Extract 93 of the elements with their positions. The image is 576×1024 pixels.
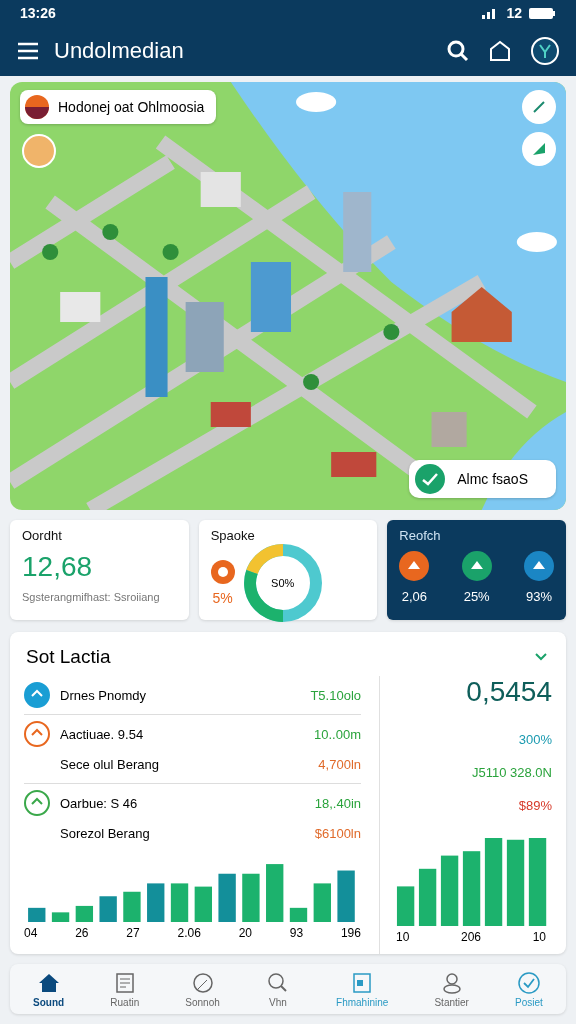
chart-bar [170, 883, 189, 922]
chevron-down-icon [534, 652, 548, 662]
chart-bar [51, 912, 70, 922]
chart-bar [242, 873, 260, 922]
stat-caption: Sgsterangmifhast: Ssroiiang [22, 591, 161, 603]
building [431, 412, 467, 447]
row-icon [24, 790, 50, 816]
axis-label: 27 [126, 926, 140, 940]
row-subvalue: 4,700ln [318, 756, 361, 772]
donut-drawing: S0% [242, 543, 323, 623]
pencil-icon [531, 99, 547, 115]
chart-bar [99, 896, 117, 922]
chart-bar [123, 891, 141, 922]
chart-bar [218, 873, 236, 922]
card-title: Spaoke [210, 528, 256, 543]
side-value: J5110 328.0N [472, 765, 552, 780]
summary-value: 2,06 [401, 589, 427, 604]
chart-bar [194, 886, 212, 922]
nav-tab[interactable]: Fhmahinine [330, 964, 395, 1014]
map-callout[interactable]: Almc fsaoS [409, 460, 556, 498]
battery-icon [528, 6, 556, 20]
check-circle-icon [516, 970, 541, 995]
tower [185, 302, 224, 372]
axis-label: 20 [238, 926, 252, 940]
axis-label: 206 [461, 930, 481, 944]
side-value: $89% [518, 798, 552, 813]
chart-bar [396, 886, 415, 926]
category-icon [461, 551, 492, 581]
tree [42, 244, 59, 260]
chart-bar [28, 907, 46, 922]
category-icon [399, 551, 430, 581]
row-value: 10..00m [314, 726, 361, 742]
status-time: 13:26 [20, 5, 56, 21]
card-title: Oordht [22, 528, 63, 543]
tree [162, 244, 179, 260]
nav-tab[interactable]: Ruatin [104, 964, 146, 1014]
house [210, 402, 251, 427]
axis-label: 2.06 [177, 926, 201, 940]
chart-bar [418, 868, 437, 926]
check-icon [415, 464, 446, 494]
axis-label: 04 [24, 926, 38, 940]
tree [303, 374, 320, 390]
chart-bar [337, 870, 355, 922]
chart-bar [289, 907, 308, 922]
building [60, 292, 101, 322]
stat-value: 12,68 [22, 551, 94, 583]
axis-label: 196 [340, 926, 361, 940]
chart-bar [313, 883, 331, 922]
nav-tab[interactable]: Sonnoh [179, 964, 226, 1014]
nav-tab[interactable]: Posiet [509, 964, 549, 1014]
cloud [296, 92, 337, 112]
side-value: 300% [518, 732, 552, 747]
compass-icon [190, 970, 215, 995]
row-sublabel: Sorezol Berang [60, 825, 151, 841]
category-icon [524, 551, 554, 581]
row-icon [24, 682, 50, 708]
building [200, 172, 241, 207]
chart-bar [75, 905, 94, 922]
summary-value: 93% [526, 589, 552, 604]
chart-bar [440, 855, 459, 926]
summary-value: 25% [463, 589, 490, 604]
axis-label: 10 [532, 930, 546, 944]
row-sublabel: Sece olul Berang [60, 756, 160, 772]
location-chip[interactable]: Hodonej oat Ohlmoosia [20, 90, 217, 124]
app-title: Undolmedian [54, 38, 185, 64]
row-icon [24, 721, 50, 747]
nav-tab[interactable]: Stantier [428, 964, 475, 1014]
temple [451, 287, 512, 342]
cloud [516, 232, 557, 252]
chart-bar [266, 864, 284, 922]
city-map[interactable]: Hodonej oat Ohlmoosia Almc fsaoS [10, 82, 566, 510]
row-subvalue: $6100ln [314, 825, 361, 841]
nav-tab[interactable]: Vhn [259, 964, 296, 1014]
row-value: T5.10olo [310, 687, 361, 703]
axis-label: 26 [75, 926, 89, 940]
card-title: Reofch [399, 528, 442, 543]
row-label: Aactiuae. 9.54 [60, 726, 145, 742]
tree [383, 324, 400, 340]
total-value: 0,5454 [466, 676, 552, 708]
chart-bar [147, 883, 165, 922]
flag-icon [24, 94, 50, 120]
axis-label: 10 [396, 930, 410, 944]
section-title: Sot Lactia [26, 646, 111, 668]
row-value: 18,.40in [314, 795, 361, 811]
row-label: Drnes Pnomdy [60, 687, 147, 703]
nav-tab[interactable]: Sound [27, 964, 71, 1014]
tower [250, 262, 291, 332]
battery-level-text: 12 [506, 5, 522, 21]
tree [102, 224, 119, 240]
percent-text: 5% [212, 590, 233, 606]
row-label: Oarbue: S 46 [60, 795, 139, 811]
axis-label: 93 [289, 926, 304, 940]
house [331, 452, 377, 477]
